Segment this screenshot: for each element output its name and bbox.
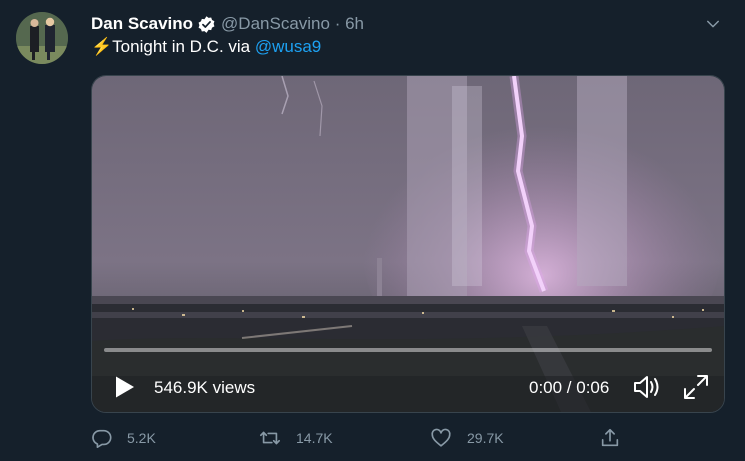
tweet-text: ⚡ Tonight in D.C. via @wusa9 [91, 37, 321, 57]
author-avatar[interactable] [16, 12, 68, 64]
verified-badge-icon [197, 15, 216, 34]
author-handle[interactable]: @DanScavino [221, 14, 330, 34]
video-controls: 546.9K views 0:00 / 0:06 [92, 362, 724, 412]
like-icon [431, 428, 451, 447]
video-player[interactable]: 546.9K views 0:00 / 0:06 [91, 75, 725, 413]
chevron-down-icon[interactable] [701, 12, 725, 36]
lightning-emoji-icon: ⚡ [91, 37, 113, 56]
tweet-header: Dan Scavino @DanScavino · 6h [91, 12, 725, 36]
share-icon [601, 428, 619, 447]
share-button[interactable] [599, 427, 635, 449]
like-count: 29.7K [467, 430, 504, 446]
retweet-count: 14.7K [296, 430, 333, 446]
retweet-button[interactable]: 14.7K [258, 427, 333, 449]
tweet-body: Tonight in D.C. via [112, 37, 255, 56]
retweet-icon [260, 431, 280, 445]
tweet-timestamp[interactable]: 6h [345, 14, 364, 34]
like-button[interactable]: 29.7K [429, 427, 504, 449]
play-icon[interactable] [114, 375, 136, 399]
video-progress-bar[interactable] [104, 348, 712, 352]
volume-icon[interactable] [632, 373, 662, 401]
tweet-actions: 5.2K 14.7K 29.7K [91, 427, 631, 453]
reply-icon [92, 429, 112, 448]
header-separator: · [329, 14, 346, 33]
fullscreen-icon[interactable] [682, 373, 710, 401]
reply-count: 5.2K [127, 430, 156, 446]
video-time: 0:00 / 0:06 [529, 378, 610, 397]
avatar-photo [16, 12, 68, 64]
view-count: 546.9K views [154, 378, 256, 397]
reply-button[interactable]: 5.2K [91, 427, 156, 449]
mention-link[interactable]: @wusa9 [255, 37, 321, 57]
author-name[interactable]: Dan Scavino [91, 14, 193, 34]
